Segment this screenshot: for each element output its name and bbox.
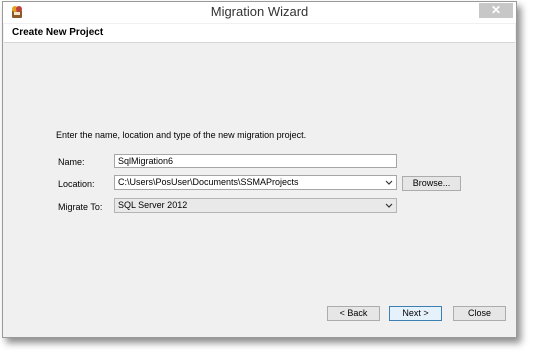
location-label: Location: [58, 179, 95, 189]
chevron-down-icon[interactable] [385, 178, 393, 187]
location-combobox[interactable]: C:\Users\PosUser\Documents\SSMAProjects [114, 175, 397, 190]
window-close-button[interactable]: ✕ [479, 3, 513, 18]
name-label: Name: [58, 157, 85, 167]
name-field[interactable]: SqlMigration6 [114, 154, 397, 168]
title-bar[interactable]: Migration Wizard ✕ [3, 2, 516, 23]
back-button[interactable]: < Back [327, 306, 380, 321]
migration-wizard-window: Migration Wizard ✕ Create New Project En… [2, 1, 517, 338]
location-value: C:\Users\PosUser\Documents\SSMAProjects [118, 177, 299, 187]
page-title: Create New Project [12, 27, 104, 38]
window-title: Migration Wizard [210, 4, 309, 19]
next-button[interactable]: Next > [389, 306, 442, 321]
close-icon: ✕ [490, 3, 502, 17]
migrate-to-label: Migrate To: [58, 202, 103, 212]
migrate-to-value: SQL Server 2012 [118, 200, 188, 210]
browse-button[interactable]: Browse... [402, 176, 461, 191]
intro-text: Enter the name, location and type of the… [56, 130, 307, 140]
chevron-down-icon[interactable] [385, 201, 393, 210]
migrate-to-select[interactable]: SQL Server 2012 [114, 198, 397, 213]
close-button[interactable]: Close [453, 306, 506, 321]
screen: Migration Wizard ✕ Create New Project En… [0, 0, 535, 356]
page-header: Create New Project [4, 24, 515, 43]
